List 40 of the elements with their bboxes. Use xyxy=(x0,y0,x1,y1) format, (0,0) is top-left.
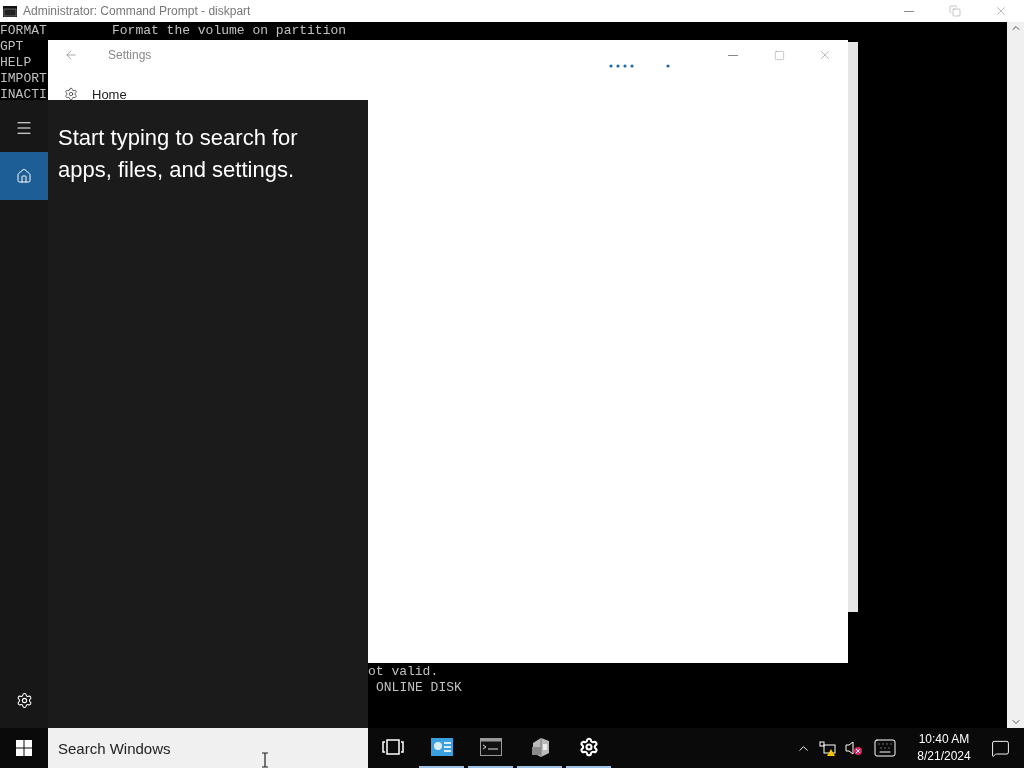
restore-icon xyxy=(949,5,961,17)
clock[interactable]: 10:40 AM 8/21/2024 xyxy=(909,731,979,765)
console-text: INACTI xyxy=(0,87,47,102)
terminal-icon xyxy=(479,738,502,756)
menu-icon xyxy=(15,119,33,137)
close-icon xyxy=(994,4,1008,18)
settings-icon xyxy=(15,691,33,709)
console-text: GPT xyxy=(0,39,24,54)
back-icon xyxy=(64,48,78,62)
keyboard-icon[interactable] xyxy=(873,736,897,760)
close-icon xyxy=(818,48,832,62)
console-text: Format the volume on partition xyxy=(112,23,347,39)
window-title: Administrator: Command Prompt - diskpart xyxy=(23,3,251,20)
console-text: IMPORT xyxy=(0,71,47,86)
server-dashboard-icon xyxy=(430,738,453,756)
notifications-icon[interactable] xyxy=(991,738,1010,758)
nav-item[interactable]: Home xyxy=(92,87,127,101)
muted-speaker-icon[interactable] xyxy=(845,740,863,756)
console-text: ot valid. xyxy=(368,664,439,680)
console-text: ONLINE DISK xyxy=(376,680,462,696)
console-text: HELP xyxy=(0,55,32,70)
network-warning-icon[interactable] xyxy=(819,740,837,756)
search-field[interactable]: Search Windows xyxy=(48,728,368,768)
terminal-icon xyxy=(3,5,17,17)
home-button[interactable] xyxy=(0,152,48,200)
home-icon xyxy=(16,168,32,184)
search-prompt: Start typing to search for apps, files, and settings. xyxy=(58,124,299,184)
window-title: Settings xyxy=(108,47,152,64)
settings-icon xyxy=(578,737,599,757)
clock-date: 8/21/2024 xyxy=(917,748,971,765)
minimize-icon xyxy=(904,10,914,12)
clock-time: 10:40 AM xyxy=(918,731,970,748)
settings-icon xyxy=(64,87,78,101)
task-view-icon xyxy=(381,739,404,755)
windows-icon xyxy=(16,740,32,756)
minimize-icon xyxy=(728,54,738,56)
maximize-icon xyxy=(773,49,785,61)
text-cursor-icon xyxy=(261,752,269,768)
console-text: FORMAT xyxy=(0,23,47,38)
scrollbar[interactable] xyxy=(1007,22,1024,728)
